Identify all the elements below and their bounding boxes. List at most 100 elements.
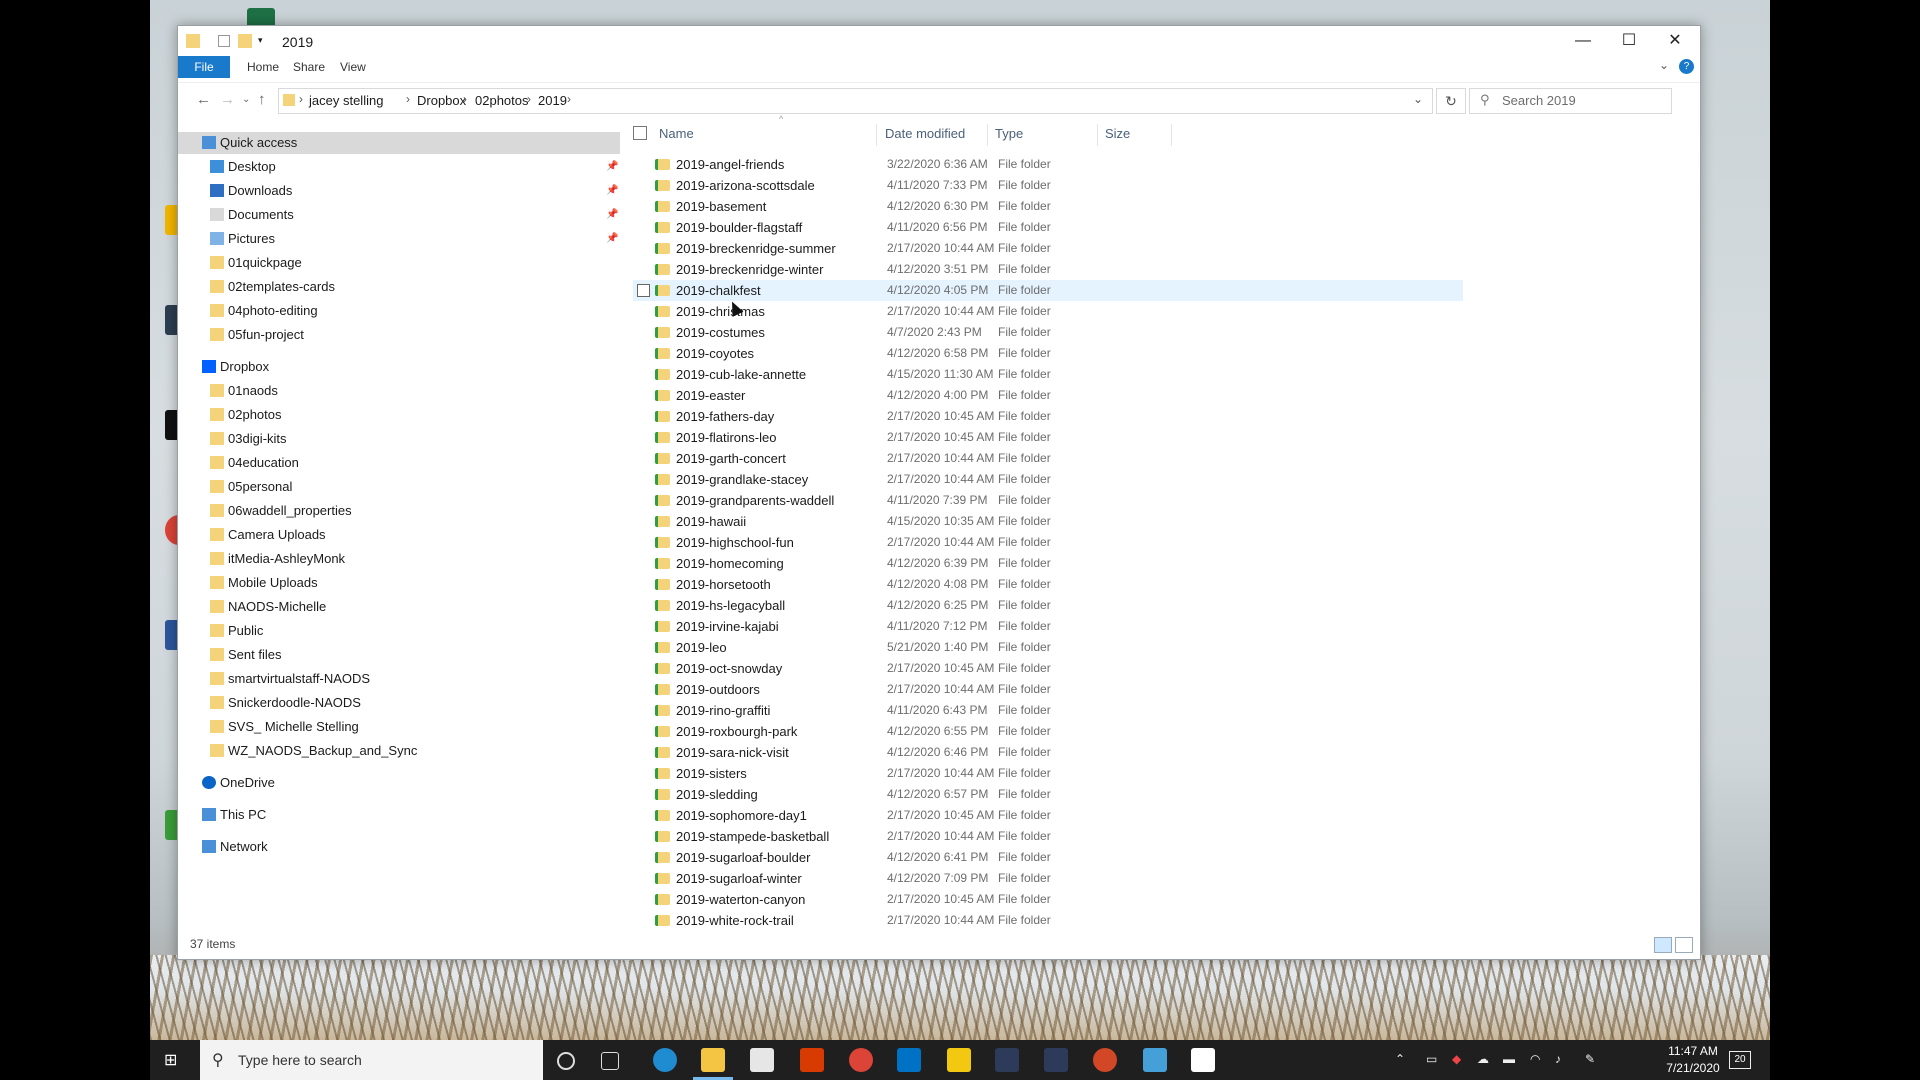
file-row[interactable]: 2019-grandlake-stacey 2/17/2020 10:44 AM F…: [633, 469, 1463, 490]
nav-item-01quickpage[interactable]: 01quickpage: [178, 252, 620, 274]
large-icons-view-button[interactable]: [1675, 937, 1693, 953]
file-row[interactable]: 2019-cub-lake-annette 4/15/2020 11:30 AM F…: [633, 364, 1463, 385]
file-row[interactable]: 2019-sugarloaf-winter 4/12/2020 7:09 PM Fi…: [633, 868, 1463, 889]
nav-item-camera-uploads[interactable]: Camera Uploads: [178, 524, 620, 546]
file-row[interactable]: 2019-boulder-flagstaff 4/11/2020 6:56 PM F…: [633, 217, 1463, 238]
app-icon[interactable]: [1143, 1048, 1167, 1072]
column-divider[interactable]: [876, 124, 877, 146]
nav-item-sent-files[interactable]: Sent files: [178, 644, 620, 666]
nav-item-wz-naods-backup-and-sync[interactable]: WZ_NAODS_Backup_and_Sync: [178, 740, 620, 762]
file-row[interactable]: 2019-hs-legacyball 4/12/2020 6:25 PM File …: [633, 595, 1463, 616]
chevron-right-icon[interactable]: ›: [406, 92, 410, 106]
address-history-dropdown[interactable]: ⌄: [1413, 92, 1423, 106]
expand-ribbon-icon[interactable]: ⌄: [1659, 58, 1669, 72]
start-button[interactable]: ⊞: [164, 1052, 181, 1069]
column-date-modified[interactable]: Date modified: [885, 126, 965, 141]
app-icon[interactable]: [947, 1048, 971, 1072]
nav-item-pictures[interactable]: Pictures 📌: [178, 228, 620, 250]
file-row[interactable]: 2019-sugarloaf-boulder 4/12/2020 6:41 PM F…: [633, 847, 1463, 868]
column-divider[interactable]: [1097, 124, 1098, 146]
edge-icon[interactable]: [653, 1048, 677, 1072]
file-row[interactable]: 2019-coyotes 4/12/2020 6:58 PM File folder: [633, 343, 1463, 364]
back-button[interactable]: ←: [196, 91, 211, 108]
file-row[interactable]: 2019-stampede-basketball 2/17/2020 10:44 …: [633, 826, 1463, 847]
row-checkbox[interactable]: [637, 284, 650, 297]
dropbox-icon[interactable]: [1191, 1048, 1215, 1072]
screen-recorder-icon[interactable]: [1044, 1048, 1068, 1072]
file-row[interactable]: 2019-angel-friends 3/22/2020 6:36 AM File …: [633, 154, 1463, 175]
office-icon[interactable]: [800, 1048, 824, 1072]
nav-quick-access[interactable]: Quick access: [178, 132, 620, 154]
help-icon[interactable]: ?: [1679, 59, 1694, 74]
forward-button[interactable]: →: [220, 91, 235, 108]
nav-this-pc[interactable]: This PC: [178, 804, 620, 826]
tray-dropbox-icon[interactable]: ◆: [1452, 1052, 1461, 1066]
column-divider[interactable]: [1171, 124, 1172, 146]
nav-onedrive[interactable]: OneDrive: [178, 772, 620, 794]
task-view-icon[interactable]: [601, 1052, 619, 1070]
file-row[interactable]: 2019-rino-graffiti 4/11/2020 6:43 PM File …: [633, 700, 1463, 721]
recent-locations-button[interactable]: ⌄: [242, 94, 250, 105]
properties-icon[interactable]: [218, 35, 230, 47]
file-row[interactable]: 2019-irvine-kajabi 4/11/2020 7:12 PM File …: [633, 616, 1463, 637]
chrome-icon[interactable]: [849, 1048, 873, 1072]
nav-item-04education[interactable]: 04education: [178, 452, 620, 474]
file-row[interactable]: 2019-basement 4/12/2020 6:30 PM File folde…: [633, 196, 1463, 217]
file-row[interactable]: 2019-grandparents-waddell 4/11/2020 7:39 …: [633, 490, 1463, 511]
column-divider[interactable]: [987, 124, 988, 146]
nav-item-public[interactable]: Public: [178, 620, 620, 642]
file-row[interactable]: 2019-arizona-scottsdale 4/11/2020 7:33 PM…: [633, 175, 1463, 196]
tab-view[interactable]: View: [329, 56, 377, 78]
nav-item-downloads[interactable]: Downloads 📌: [178, 180, 620, 202]
chevron-up-icon[interactable]: ⌃: [1395, 1052, 1405, 1066]
maximize-button[interactable]: ☐: [1606, 26, 1652, 56]
nav-item-svs-michelle-stelling[interactable]: SVS_ Michelle Stelling: [178, 716, 620, 738]
nav-item-06waddell-properties[interactable]: 06waddell_properties: [178, 500, 620, 522]
file-row[interactable]: 2019-horsetooth 4/12/2020 4:08 PM File fol…: [633, 574, 1463, 595]
file-row[interactable]: 2019-oct-snowday 2/17/2020 10:45 AM File f…: [633, 658, 1463, 679]
details-view-button[interactable]: [1654, 937, 1672, 953]
file-row[interactable]: 2019-leo 5/21/2020 1:40 PM File folder: [633, 637, 1463, 658]
column-size[interactable]: Size: [1105, 126, 1130, 141]
chevron-right-icon[interactable]: ›: [299, 92, 303, 106]
nav-item-01naods[interactable]: 01naods: [178, 380, 620, 402]
nav-network[interactable]: Network: [178, 836, 620, 858]
nav-item-smartvirtualstaff-naods[interactable]: smartvirtualstaff-NAODS: [178, 668, 620, 690]
file-row[interactable]: 2019-waterton-canyon 2/17/2020 10:45 AM Fi…: [633, 889, 1463, 910]
file-explorer-icon[interactable]: [701, 1048, 725, 1072]
file-row[interactable]: 2019-sophomore-day1 2/17/2020 10:45 AM Fil…: [633, 805, 1463, 826]
store-icon[interactable]: [750, 1048, 774, 1072]
clock-time[interactable]: 11:47 AM: [1658, 1044, 1728, 1058]
search-input[interactable]: ⚲ Search 2019: [1469, 88, 1672, 114]
nav-item-itmedia-ashleymonk[interactable]: itMedia-AshleyMonk: [178, 548, 620, 570]
tab-file[interactable]: File: [178, 56, 230, 78]
powerpoint-icon[interactable]: [1093, 1048, 1117, 1072]
up-button[interactable]: ↑: [258, 91, 266, 108]
chevron-right-icon[interactable]: ›: [567, 92, 571, 106]
select-all-checkbox[interactable]: [633, 126, 647, 140]
nav-item-naods-michelle[interactable]: NAODS-Michelle: [178, 596, 620, 618]
refresh-button[interactable]: ↻: [1436, 88, 1466, 114]
file-row[interactable]: 2019-highschool-fun 2/17/2020 10:44 AM Fil…: [633, 532, 1463, 553]
wifi-icon[interactable]: ◠: [1530, 1052, 1540, 1066]
tray-onedrive-icon[interactable]: ☁: [1477, 1052, 1489, 1066]
tray-app-icon[interactable]: ▭: [1426, 1052, 1437, 1066]
nav-dropbox[interactable]: Dropbox: [178, 356, 620, 378]
file-row[interactable]: 2019-flatirons-leo 2/17/2020 10:45 AM File…: [633, 427, 1463, 448]
chevron-right-icon[interactable]: ›: [527, 92, 531, 106]
file-row[interactable]: 2019-garth-concert 2/17/2020 10:44 AM File…: [633, 448, 1463, 469]
notification-center-button[interactable]: 20: [1729, 1051, 1751, 1069]
file-row[interactable]: 2019-homecoming 4/12/2020 6:39 PM File fol…: [633, 553, 1463, 574]
tab-share[interactable]: Share: [282, 56, 336, 78]
nav-item-documents[interactable]: Documents 📌: [178, 204, 620, 226]
new-folder-icon[interactable]: [238, 34, 252, 48]
nav-item-03digi-kits[interactable]: 03digi-kits: [178, 428, 620, 450]
minimize-button[interactable]: —: [1560, 26, 1606, 56]
file-row[interactable]: 2019-chalkfest 4/12/2020 4:05 PM File fold…: [633, 280, 1463, 301]
column-name[interactable]: Name: [659, 126, 694, 141]
file-row[interactable]: 2019-outdoors 2/17/2020 10:44 AM File fold…: [633, 679, 1463, 700]
nav-item-snickerdoodle-naods[interactable]: Snickerdoodle-NAODS: [178, 692, 620, 714]
nav-item-04photo-editing[interactable]: 04photo-editing: [178, 300, 620, 322]
file-row[interactable]: 2019-white-rock-trail 2/17/2020 10:44 AM F…: [633, 910, 1463, 931]
address-input[interactable]: › jacey stelling › Dropbox › 02photos › …: [278, 88, 1433, 114]
